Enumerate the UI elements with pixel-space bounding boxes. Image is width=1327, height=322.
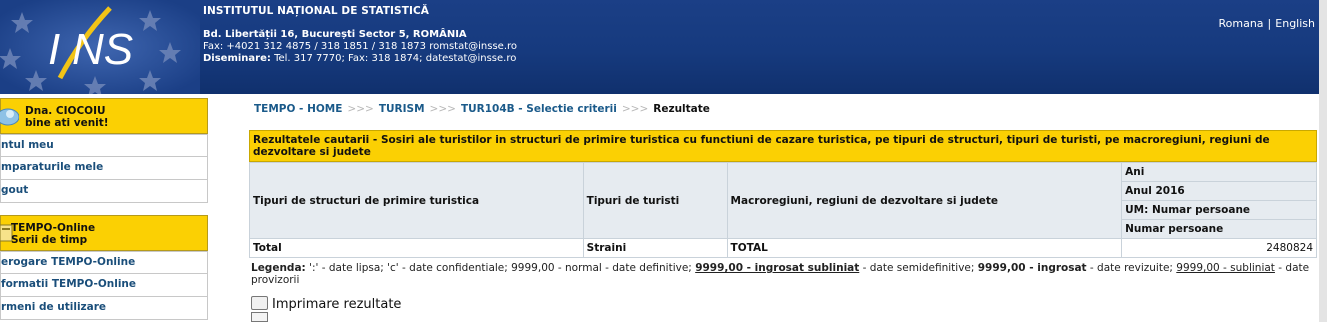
export-icon[interactable]: [251, 312, 268, 322]
breadcrumb-separator: >>>: [347, 103, 374, 115]
site-header: I NS INSTITUTUL NAȚIONAL DE STATISTICĂ B…: [0, 0, 1327, 94]
institution-dissemination: Diseminare: Tel. 317 7770; Fax: 318 1874…: [203, 53, 516, 64]
breadcrumb-turism-link[interactable]: TURISM: [379, 103, 425, 115]
legend-text-2: - date semidefinitive;: [859, 262, 978, 274]
cell-turisti: Straini: [582, 238, 728, 258]
sidebar-item-account[interactable]: ntul meu: [0, 134, 208, 157]
print-results-link[interactable]: Imprimare rezultate: [251, 296, 401, 312]
institution-name: INSTITUTUL NAȚIONAL DE STATISTICĂ: [203, 5, 429, 17]
dissemination-label: Diseminare:: [203, 53, 271, 64]
column-header-structuri: Tipuri de structuri de primire turistica: [249, 162, 584, 239]
column-header-regiuni: Macroregiuni, regiuni de dezvoltare si j…: [726, 162, 1123, 239]
sidebar-item-termeni[interactable]: rmeni de utilizare: [0, 297, 208, 320]
breadcrumb-home-link[interactable]: TEMPO - HOME: [254, 103, 342, 115]
cell-regiune: TOTAL: [726, 238, 1123, 258]
legend-provisional: 9999,00 - subliniat: [1176, 262, 1275, 274]
svg-text:NS: NS: [72, 25, 133, 74]
sidebar-item-purchases[interactable]: mparaturile mele: [0, 157, 208, 180]
cell-value: 2480824: [1121, 238, 1317, 258]
results-table: Tipuri de structuri de primire turistica…: [249, 162, 1317, 258]
page-scrollbar[interactable]: [1319, 0, 1327, 322]
column-header-turisti: Tipuri de turisti: [582, 162, 728, 239]
legend-text-3: - date revizuite;: [1086, 262, 1177, 274]
print-results-label: Imprimare rezultate: [272, 297, 402, 312]
institution-address: Bd. Libertății 16, București Sector 5, R…: [203, 29, 467, 40]
legend: Legenda: ':' - date lipsa; 'c' - date co…: [251, 262, 1317, 286]
welcome-box: Dna. CIOCOIU bine ati venit!: [0, 98, 208, 134]
lang-english-link[interactable]: English: [1275, 17, 1315, 30]
table-row: Total Straini TOTAL 2480824: [249, 238, 1317, 258]
lang-separator: |: [1267, 17, 1272, 30]
legend-semidefinitive: 9999,00 - ingrosat subliniat: [695, 262, 860, 274]
svg-text:I: I: [48, 25, 60, 74]
language-switch: Romana | English: [1218, 17, 1315, 30]
legend-label: Legenda:: [251, 262, 306, 274]
tempo-subtitle: Serii de timp: [11, 234, 88, 246]
institution-fax: Fax: +4021 312 4875 / 318 1851 / 318 187…: [203, 41, 518, 52]
breadcrumb-criteria-link[interactable]: TUR104B - Selectie criterii: [461, 103, 617, 115]
legend-text-1: ':' - date lipsa; 'c' - date confidentia…: [305, 262, 696, 274]
printer-icon: [251, 296, 268, 310]
result-title: Rezultatele cautarii - Sosiri ale turist…: [249, 130, 1317, 162]
column-header-year: Anul 2016: [1121, 181, 1317, 201]
welcome-message: bine ati venit!: [25, 117, 109, 129]
cell-structura: Total: [249, 238, 584, 258]
column-header-measure: Numar persoane: [1121, 219, 1317, 239]
sidebar-item-interogare[interactable]: erogare TEMPO-Online: [0, 251, 208, 274]
breadcrumb-separator: >>>: [621, 103, 649, 115]
lang-romana-link[interactable]: Romana: [1218, 17, 1263, 30]
breadcrumb-separator: >>>: [429, 103, 456, 115]
welcome-name: Dna. CIOCOIU: [25, 105, 106, 117]
breadcrumb-current: Rezultate: [653, 103, 710, 115]
sidebar-item-informatii[interactable]: formatii TEMPO-Online: [0, 274, 208, 297]
user-icon: [0, 108, 19, 126]
ins-logo[interactable]: I NS: [0, 0, 200, 94]
tempo-box: TEMPO-Online Serii de timp: [0, 215, 208, 251]
legend-revised: 9999,00 - ingrosat: [977, 262, 1087, 274]
column-header-unit: UM: Numar persoane: [1121, 200, 1317, 220]
column-header-ani: Ani: [1121, 162, 1317, 182]
tempo-title: TEMPO-Online: [11, 222, 96, 234]
sidebar-item-logout[interactable]: gout: [0, 180, 208, 203]
breadcrumb: TEMPO - HOME >>> TURISM >>> TUR104B - Select…: [254, 103, 710, 115]
dissemination-contact: Tel. 317 7770; Fax: 318 1874; datestat@i…: [270, 53, 517, 64]
